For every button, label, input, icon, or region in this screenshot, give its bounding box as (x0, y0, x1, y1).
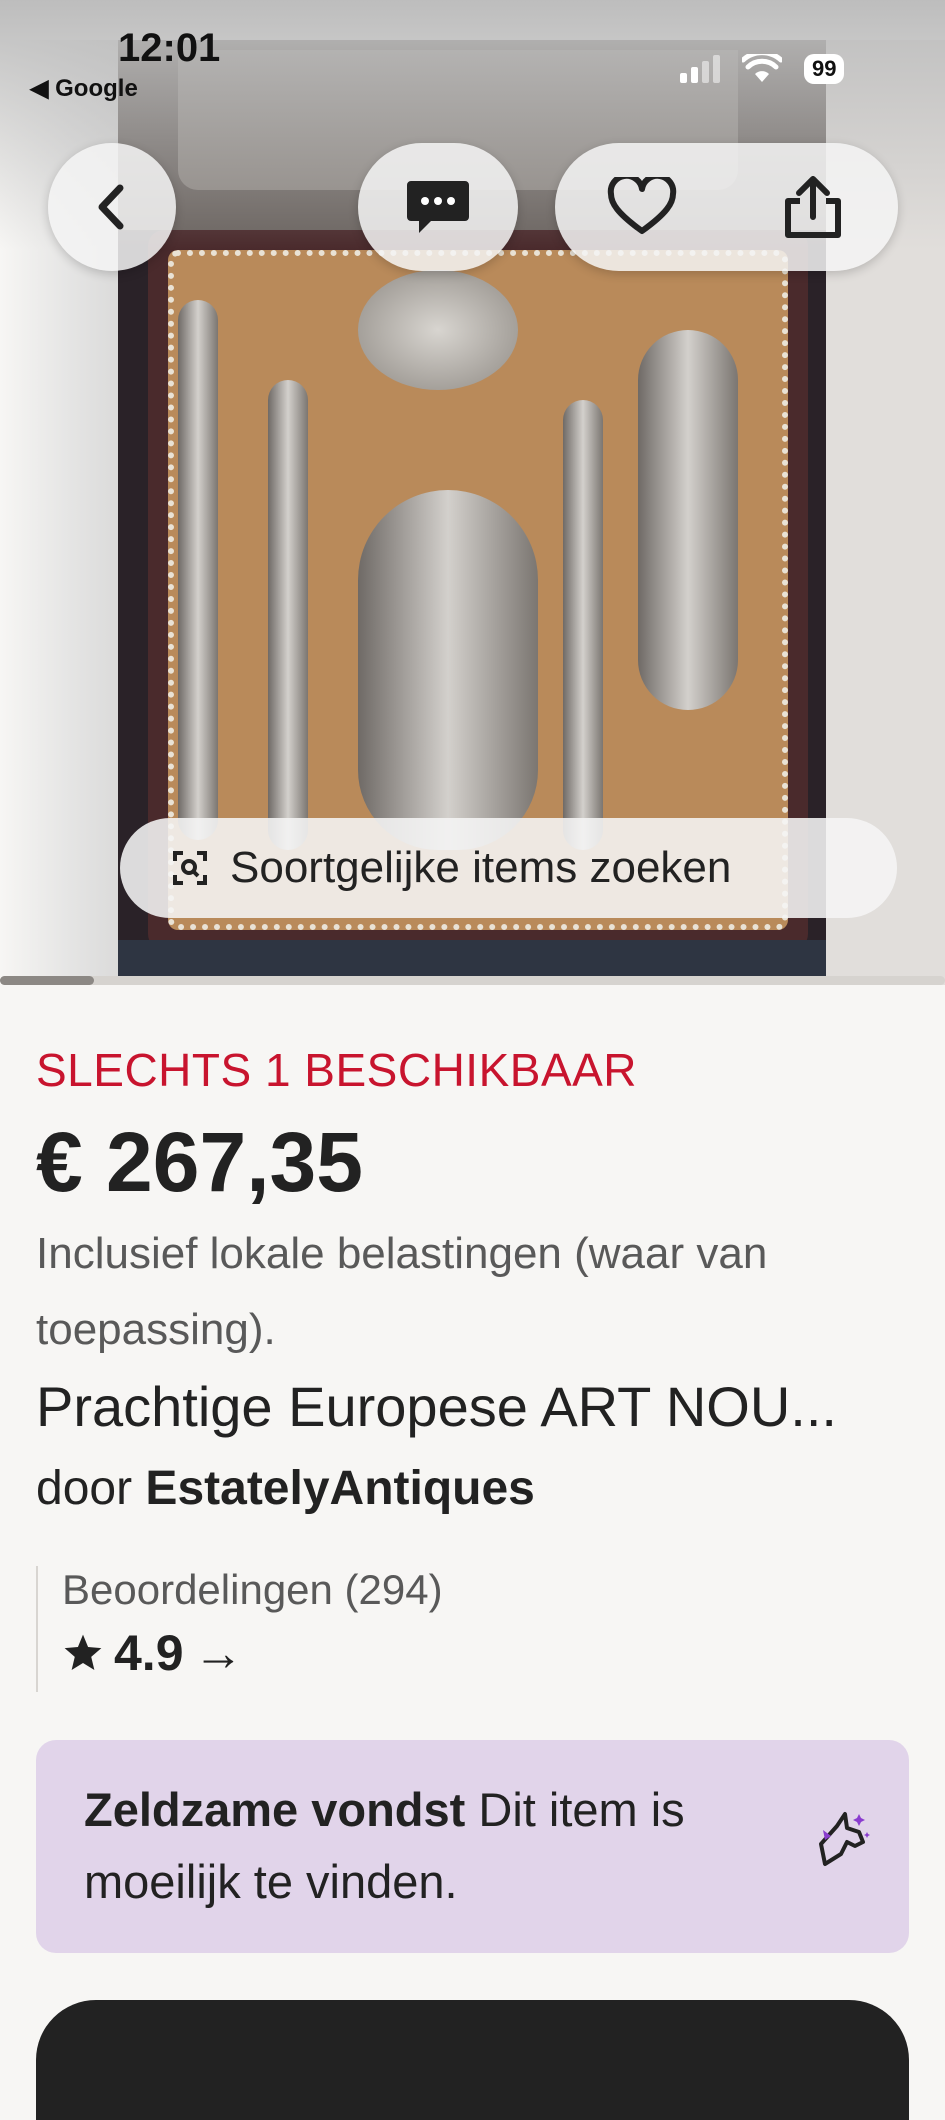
message-icon (407, 181, 469, 233)
favorite-share-group (555, 143, 898, 271)
status-time: 12:01 (118, 26, 221, 70)
listing-title[interactable]: Prachtige Europese ART NOU... (36, 1374, 916, 1439)
availability-label: SLECHTS 1 BESCHIKBAAR (36, 1044, 638, 1096)
back-button[interactable] (48, 143, 176, 271)
status-icons: 99 (680, 54, 845, 84)
image-scroll-indicator (0, 976, 94, 985)
visual-search-icon (173, 851, 207, 885)
rare-find-title: Zeldzame vondst (84, 1783, 466, 1836)
star-icon (64, 1634, 102, 1670)
arrow-right-icon: → (193, 1625, 244, 1681)
find-similar-items-button[interactable]: Soortgelijke items zoeken (120, 818, 897, 918)
image-scroll-track (0, 976, 945, 985)
back-chevron-icon (98, 184, 124, 230)
wifi-icon (742, 54, 782, 82)
seller-line: door EstatelyAntiques (36, 1461, 535, 1516)
message-seller-button[interactable] (358, 143, 518, 271)
heart-icon[interactable] (607, 177, 677, 237)
find-similar-label: Soortgelijke items zoeken (230, 843, 732, 892)
share-icon[interactable] (780, 173, 846, 241)
tax-note: Inclusief lokale belastingen (waar van t… (36, 1229, 768, 1354)
reviews-label: Beoordelingen (294) (62, 1566, 443, 1613)
unicorn-icon (819, 1812, 870, 1866)
back-to-app-link[interactable]: ◀ Google (30, 74, 138, 103)
signal-icon (680, 55, 720, 83)
primary-action-button[interactable] (36, 2000, 909, 2120)
rating-value: 4.9 (114, 1625, 184, 1681)
seller-prefix: door (36, 1462, 133, 1515)
reviews-link[interactable]: Beoordelingen (294) 4.9 → (36, 1566, 636, 1692)
rare-find-banner: Zeldzame vondst Dit item is moeilijk te … (36, 1740, 909, 1953)
rating-row: 4.9 → (62, 1624, 636, 1682)
price: € 267,35 (36, 1115, 363, 1209)
rare-find-text: Zeldzame vondst Dit item is moeilijk te … (84, 1774, 784, 1918)
seller-name-link[interactable]: EstatelyAntiques (145, 1462, 534, 1515)
battery-icon: 99 (804, 54, 845, 84)
